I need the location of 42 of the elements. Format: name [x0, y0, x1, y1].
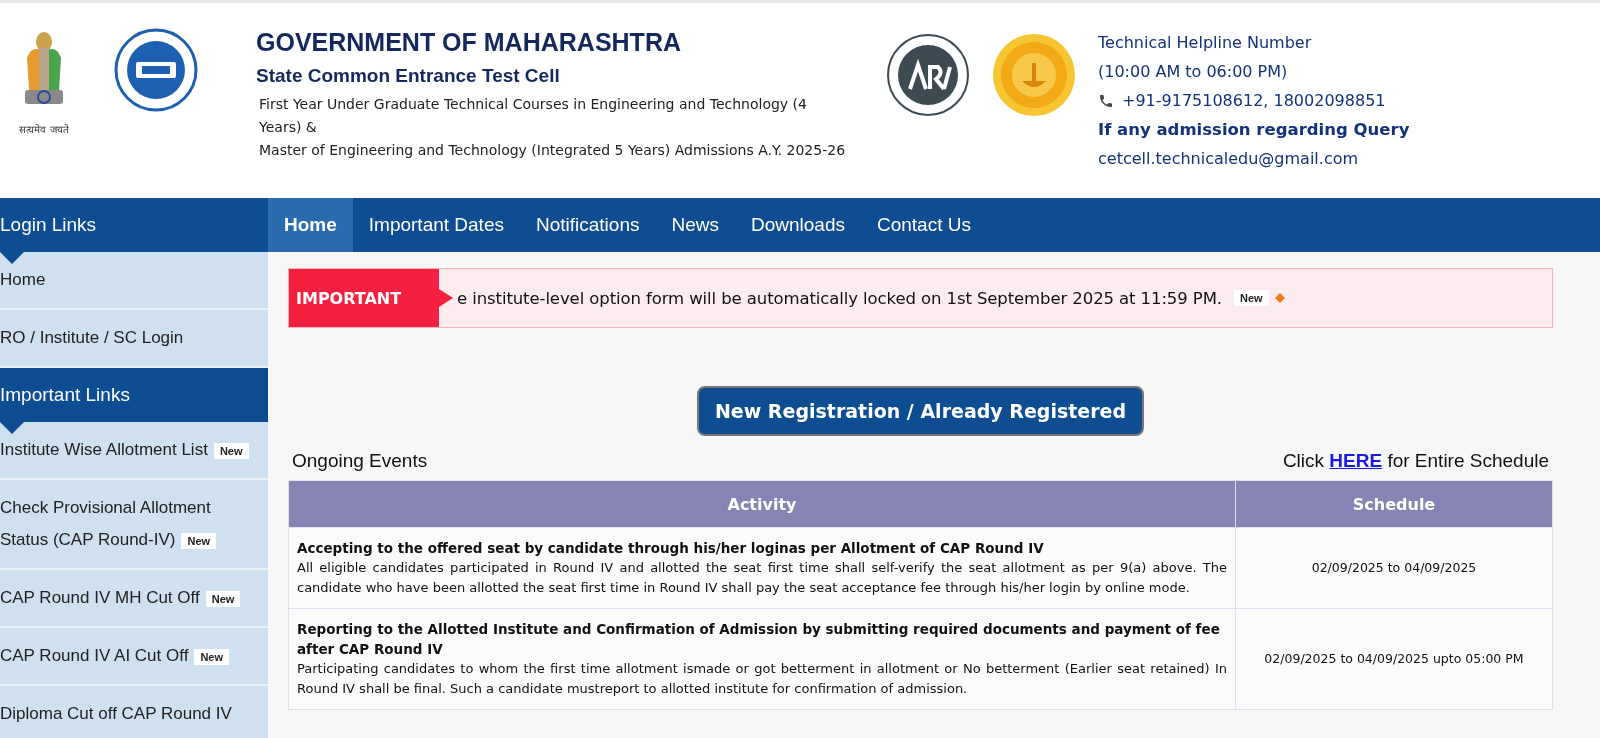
- ongoing-events-title: Ongoing Events: [292, 450, 428, 472]
- cell-subtitle: State Common Entrance Test Cell: [256, 65, 561, 87]
- emblem-motto: सत्यमेव जयते: [19, 123, 69, 136]
- nav-tab[interactable]: Important Dates: [352, 198, 520, 252]
- course-description: Master of Engineering and Technology (Integrated 5 Years) Admissions A.Y. 2025-26: [259, 141, 847, 160]
- activity-title: Reporting to the Allotted Institute and Confirmation of Admission by submitting required documents and payment of fee after CAP Round IV: [297, 620, 1221, 659]
- new-badge: New: [194, 648, 229, 665]
- new-badge: New: [1233, 290, 1269, 306]
- new-badge: New: [181, 532, 217, 549]
- activity-details: Participating candidates to whom the first time allotment ismade or got betterment in allotment or No betterment (Earlier seat retained) In Round IV shall be final. Such a candidate mustreport to allotted institute for confirmation of admission.: [297, 660, 1227, 698]
- column-header: Activity: [288, 480, 1236, 528]
- notch-icon: [0, 252, 24, 264]
- registration-button[interactable]: New Registration / Already Registered: [696, 386, 1145, 436]
- new-badge: New: [205, 590, 241, 607]
- column-header: Schedule: [1235, 480, 1553, 528]
- label-arrow-icon: [439, 289, 453, 307]
- activity-title: Accepting to the offered seat by candidate through his/her loginas per Allotment of CAP Round IV: [297, 539, 1045, 558]
- schedule-note: Click HERE for Entire Schedule: [1282, 450, 1549, 472]
- government-title: GOVERNMENT OF MAHARASHTRA: [256, 28, 682, 57]
- announcement-text: e institute-level option form will be automatically locked on 1st September 2025 at 11:59 PM.: [457, 288, 1222, 308]
- helpline-title: Technical Helpline Number: [1098, 32, 1313, 54]
- cet-logo-icon: [114, 28, 198, 112]
- activity-details: All eligible candidates participated in Round IV and allotted the seat first time shall self-verify the seat allotment as per 9(a) above. The candidate who have been allotted the seat first time in Round IV shall pay the seat acceptance fee through his/her login by online mode.: [297, 559, 1227, 597]
- nav-tab[interactable]: Home: [268, 198, 353, 252]
- ara-logo-icon: [886, 33, 970, 117]
- state-seal-icon: [992, 33, 1076, 117]
- diamond-icon: [1274, 293, 1285, 303]
- helpline-hours: (10:00 AM to 06:00 PM): [1098, 61, 1289, 83]
- new-badge: New: [213, 442, 249, 459]
- nav-tab[interactable]: Downloads: [735, 198, 861, 252]
- query-label: If any admission regarding Query: [1098, 119, 1410, 141]
- nav-tab[interactable]: Notifications: [519, 198, 656, 252]
- helpline-phone: +91-9175108612, 18002098851: [1122, 90, 1386, 112]
- schedule-cell: 02/09/2025 to 04/09/2025 upto 05:00 PM: [1235, 608, 1553, 710]
- course-description: First Year Under Graduate Technical Courses in Engineering and Technology (4 Years) &: [259, 95, 808, 137]
- nav-tab[interactable]: News: [655, 198, 735, 252]
- phone-icon: [1098, 92, 1114, 109]
- schedule-cell: 02/09/2025 to 04/09/2025: [1235, 527, 1553, 609]
- here-link[interactable]: HERE: [1329, 450, 1383, 471]
- notch-icon: [0, 422, 24, 434]
- nav-tab[interactable]: Contact Us: [861, 198, 987, 252]
- contact-email: cetcell.technicaledu@gmail.com: [1098, 148, 1360, 170]
